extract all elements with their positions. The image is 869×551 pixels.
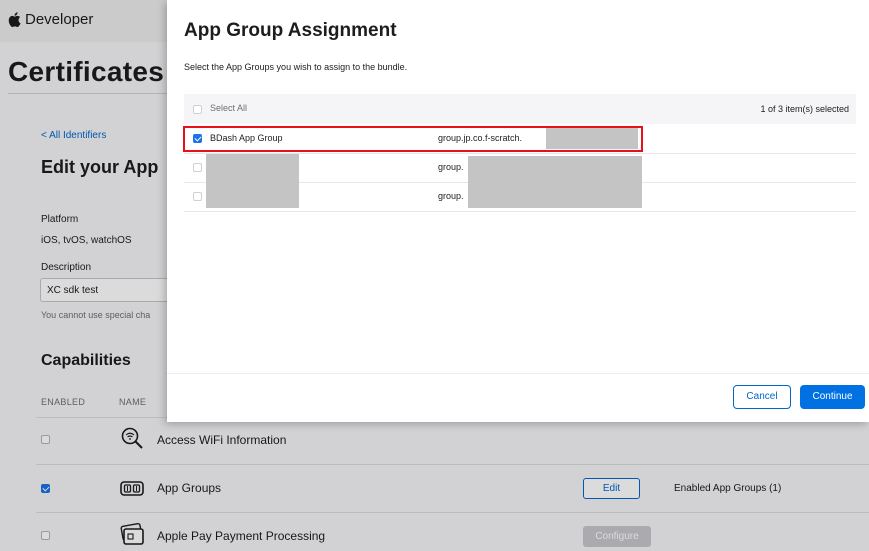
dialog-footer-divider xyxy=(167,373,869,374)
list-header: Select All 1 of 3 item(s) selected xyxy=(184,94,856,124)
app-group-identifier: group. xyxy=(438,162,464,172)
redacted-identifier xyxy=(468,156,642,208)
selected-row-highlight xyxy=(183,126,643,152)
app-group-checkbox[interactable] xyxy=(193,163,202,172)
app-group-checkbox[interactable] xyxy=(193,192,202,201)
selection-count: 1 of 3 item(s) selected xyxy=(760,104,849,114)
row-divider xyxy=(184,211,856,212)
redacted-name xyxy=(206,154,299,208)
dialog-subtitle: Select the App Groups you wish to assign… xyxy=(184,62,408,72)
cancel-button[interactable]: Cancel xyxy=(733,385,791,409)
continue-button[interactable]: Continue xyxy=(800,385,865,409)
app-group-identifier: group. xyxy=(438,191,464,201)
select-all-checkbox[interactable] xyxy=(193,105,202,114)
select-all-label[interactable]: Select All xyxy=(210,103,247,113)
app-group-assignment-dialog: App Group Assignment Select the App Grou… xyxy=(167,0,869,422)
dialog-title: App Group Assignment xyxy=(184,20,397,41)
